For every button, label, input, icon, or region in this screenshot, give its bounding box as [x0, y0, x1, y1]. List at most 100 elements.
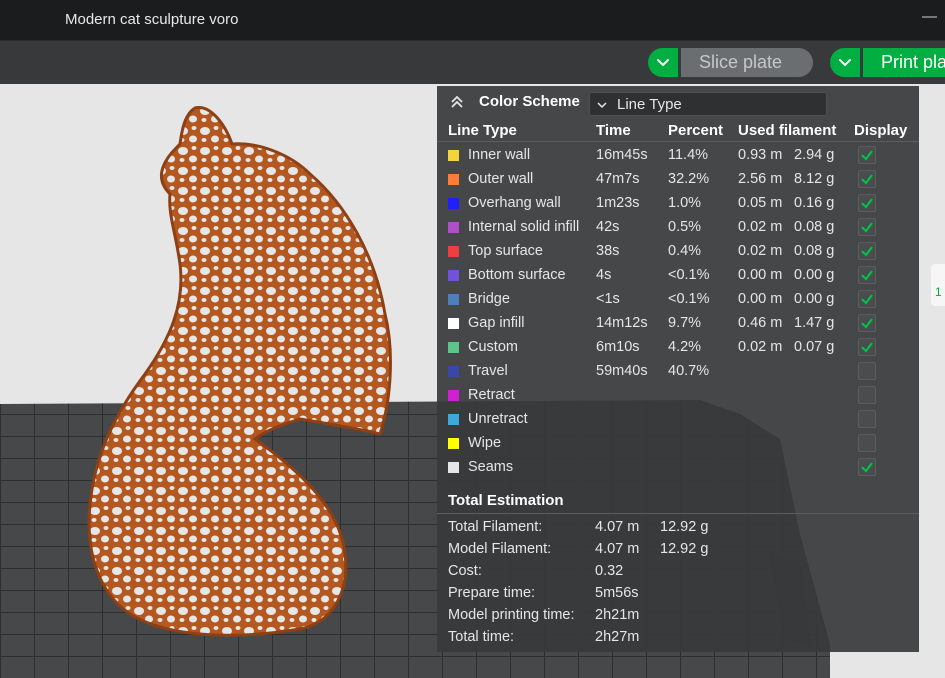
- percent-value: 0.5%: [668, 219, 702, 235]
- chevron-down-icon: [839, 58, 851, 66]
- total-row: Cost: 0.32: [437, 560, 919, 582]
- color-swatch: [448, 270, 459, 281]
- time-value: 14m12s: [596, 315, 648, 331]
- percent-value: 11.4%: [668, 147, 709, 163]
- time-value: 1m23s: [596, 195, 640, 211]
- print-plate-button[interactable]: Print plate: [863, 48, 945, 77]
- total-label: Total time:: [448, 629, 515, 645]
- total-row: Model Filament: 4.07 m 12.92 g: [437, 538, 919, 560]
- percent-value: 40.7%: [668, 363, 710, 379]
- used-length-value: 2.56 m: [738, 171, 783, 187]
- cat-model[interactable]: [87, 106, 392, 637]
- line-type-label: Top surface: [468, 243, 543, 259]
- legend-row: Inner wall 16m45s 11.4% 0.93 m 2.94 g: [437, 143, 919, 167]
- used-weight-value: 0.16 g: [794, 195, 835, 211]
- legend-row: Gap infill 14m12s 9.7% 0.46 m 1.47 g: [437, 311, 919, 335]
- percent-value: 1.0%: [668, 195, 702, 211]
- total-value-1: 0.32: [595, 563, 624, 579]
- print-dropdown-button[interactable]: [830, 48, 860, 77]
- minimize-button[interactable]: —: [922, 8, 937, 25]
- display-checkbox[interactable]: [858, 434, 876, 452]
- divider: [437, 513, 919, 514]
- total-value-1: 5m56s: [595, 585, 639, 601]
- line-type-label: Bottom surface: [468, 267, 566, 283]
- total-value-2: 12.92 g: [660, 541, 709, 557]
- line-type-label: Inner wall: [468, 147, 531, 163]
- legend-row: Seams: [437, 455, 919, 479]
- display-checkbox[interactable]: [858, 314, 876, 332]
- total-label: Model printing time:: [448, 607, 575, 623]
- legend-rows: Inner wall 16m45s 11.4% 0.93 m 2.94 g Outer w…: [437, 143, 919, 479]
- slice-dropdown-button[interactable]: [648, 48, 678, 77]
- color-swatch: [448, 342, 459, 353]
- legend-row: Wipe: [437, 431, 919, 455]
- check-icon: [861, 294, 873, 305]
- color-swatch: [448, 150, 459, 161]
- used-length-value: 0.46 m: [738, 315, 783, 331]
- check-icon: [861, 270, 873, 281]
- color-swatch: [448, 414, 459, 425]
- total-value-1: 4.07 m: [595, 519, 640, 535]
- line-type-label: Gap infill: [468, 315, 525, 331]
- color-scheme-value: Line Type: [617, 96, 682, 113]
- color-swatch: [448, 222, 459, 233]
- legend-row: Outer wall 47m7s 32.2% 2.56 m 8.12 g: [437, 167, 919, 191]
- collapse-up-icon[interactable]: [449, 94, 465, 110]
- used-weight-value: 0.08 g: [794, 243, 835, 259]
- line-type-label: Retract: [468, 387, 515, 403]
- legend-row: Retract: [437, 383, 919, 407]
- percent-value: <0.1%: [668, 267, 710, 283]
- display-checkbox[interactable]: [858, 362, 876, 380]
- line-type-label: Bridge: [468, 291, 510, 307]
- time-value: 47m7s: [596, 171, 640, 187]
- color-scheme-select[interactable]: Line Type: [589, 92, 827, 116]
- col-percent: Percent: [668, 122, 724, 139]
- color-swatch: [448, 462, 459, 473]
- legend-row: Bridge <1s <0.1% 0.00 m 0.00 g: [437, 287, 919, 311]
- time-value: 59m40s: [596, 363, 648, 379]
- display-checkbox[interactable]: [858, 218, 876, 236]
- line-type-label: Wipe: [468, 435, 502, 451]
- col-display: Display: [854, 122, 908, 139]
- display-checkbox[interactable]: [858, 194, 876, 212]
- used-length-value: 0.93 m: [738, 147, 783, 163]
- line-type-label: Overhang wall: [468, 195, 561, 211]
- total-value-1: 2h27m: [595, 629, 640, 645]
- display-checkbox[interactable]: [858, 170, 876, 188]
- total-label: Total Filament:: [448, 519, 543, 535]
- display-checkbox[interactable]: [858, 242, 876, 260]
- display-checkbox[interactable]: [858, 458, 876, 476]
- total-label: Prepare time:: [448, 585, 536, 601]
- used-weight-value: 0.08 g: [794, 219, 835, 235]
- display-checkbox[interactable]: [858, 266, 876, 284]
- total-row: Total time: 2h27m: [437, 626, 919, 648]
- percent-value: 0.4%: [668, 243, 702, 259]
- check-icon: [861, 198, 873, 209]
- line-type-label: Seams: [468, 459, 514, 475]
- used-weight-value: 8.12 g: [794, 171, 835, 187]
- check-icon: [861, 174, 873, 185]
- used-length-value: 0.02 m: [738, 339, 783, 355]
- display-checkbox[interactable]: [858, 146, 876, 164]
- used-weight-value: 0.07 g: [794, 339, 835, 355]
- color-swatch: [448, 390, 459, 401]
- total-label: Cost:: [448, 563, 482, 579]
- display-checkbox[interactable]: [858, 386, 876, 404]
- legend-column-headers: Line Type Time Percent Used filament Dis…: [437, 120, 919, 142]
- time-value: 16m45s: [596, 147, 648, 163]
- window-title: Modern cat sculpture voro: [65, 11, 239, 28]
- check-icon: [861, 318, 873, 329]
- chevron-down-icon: [657, 58, 669, 66]
- used-weight-value: 0.00 g: [794, 267, 835, 283]
- color-swatch: [448, 246, 459, 257]
- color-swatch: [448, 438, 459, 449]
- gcode-legend-panel: Color Scheme Line Type Line Type Time Pe…: [437, 86, 919, 652]
- side-tab[interactable]: 1: [931, 264, 945, 306]
- legend-row: Internal solid infill 42s 0.5% 0.02 m 0.08 g: [437, 215, 919, 239]
- check-icon: [861, 222, 873, 233]
- legend-row: Custom 6m10s 4.2% 0.02 m 0.07 g: [437, 335, 919, 359]
- display-checkbox[interactable]: [858, 338, 876, 356]
- display-checkbox[interactable]: [858, 410, 876, 428]
- display-checkbox[interactable]: [858, 290, 876, 308]
- slice-plate-button[interactable]: Slice plate: [681, 48, 813, 77]
